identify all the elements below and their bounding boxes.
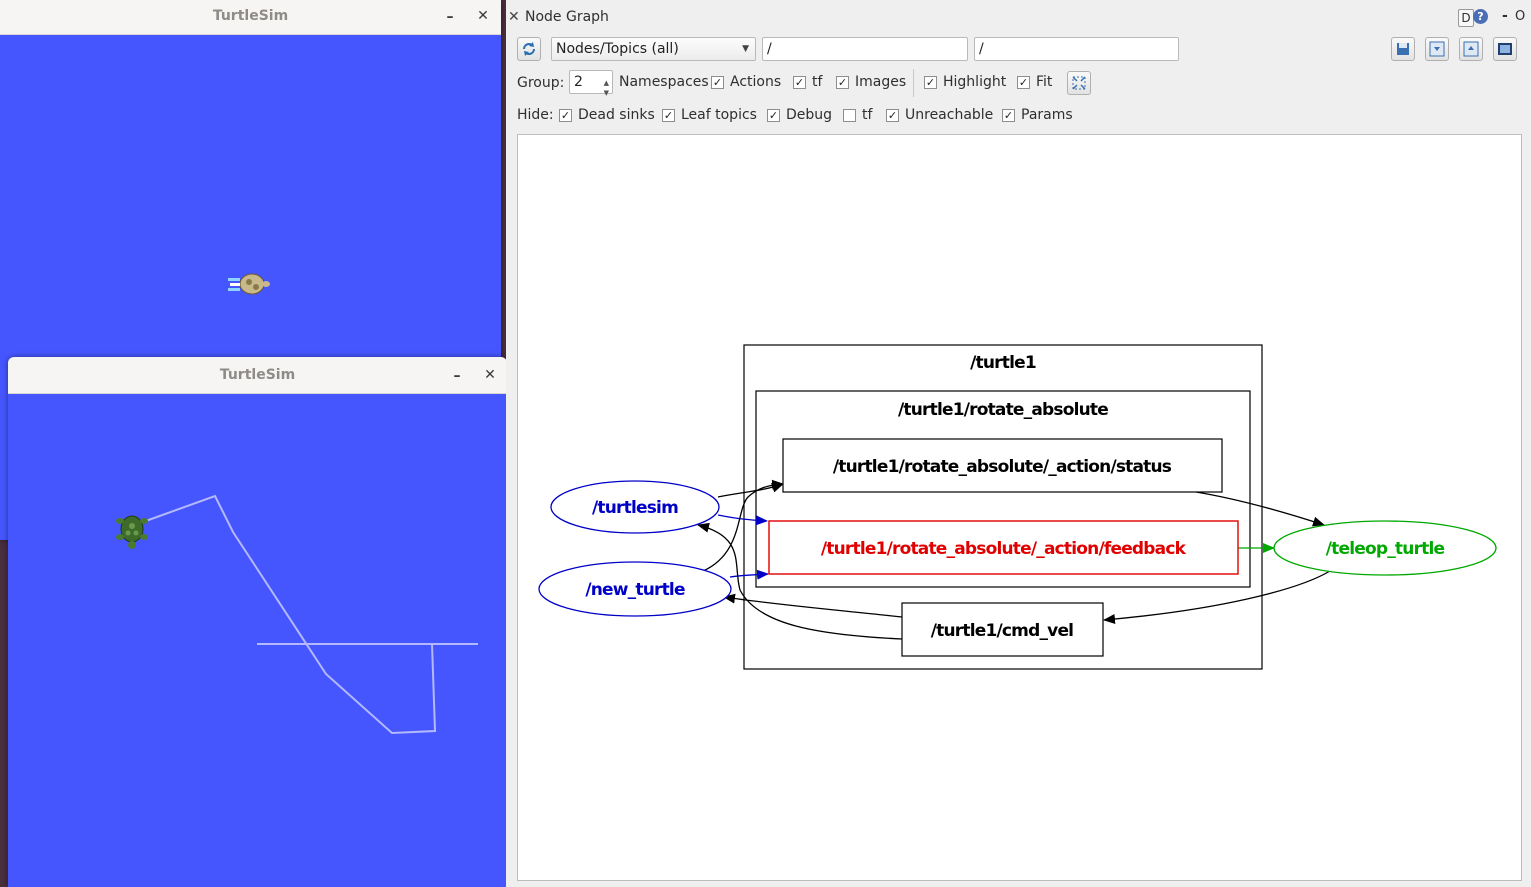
float-o[interactable]: O bbox=[1515, 9, 1525, 24]
unreachable-checkbox[interactable]: ✓ Unreachable bbox=[886, 107, 993, 123]
images-label: Images bbox=[855, 74, 907, 90]
topic-feedback-label: /turtle1/rotate_absolute/_action/feedbac… bbox=[821, 539, 1187, 559]
refresh-icon bbox=[523, 42, 535, 56]
dead-sinks-label: Dead sinks bbox=[578, 107, 655, 123]
node-new-turtle-label: /new_turtle bbox=[585, 580, 685, 600]
group-value: 2 bbox=[574, 74, 583, 90]
highlight-check[interactable]: ✓ bbox=[924, 75, 937, 89]
leaf-topics-checkbox[interactable]: ✓ Leaf topics bbox=[662, 107, 757, 123]
minimize-dash[interactable]: - bbox=[1502, 8, 1508, 24]
view-mode-select[interactable]: Nodes/Topics (all) ▼ bbox=[551, 37, 756, 61]
fit-view-button[interactable] bbox=[1067, 71, 1091, 95]
node-turtlesim-label: /turtlesim bbox=[592, 498, 678, 518]
debug-checkbox[interactable]: ✓ Debug bbox=[767, 107, 832, 123]
fit-label: Fit bbox=[1036, 74, 1053, 90]
node-graph-window[interactable]: ✕ Node Graph D ? - O Nodes/Topics (all) … bbox=[506, 0, 1531, 887]
params-label: Params bbox=[1021, 107, 1073, 123]
tf-check[interactable]: ✓ bbox=[793, 75, 806, 89]
debug-check[interactable]: ✓ bbox=[767, 108, 780, 122]
images-checkbox[interactable]: ✓ Images bbox=[836, 74, 906, 90]
refresh-button[interactable] bbox=[517, 37, 541, 61]
load-button[interactable] bbox=[1425, 37, 1449, 61]
fit-view-icon bbox=[1072, 76, 1086, 90]
save-button[interactable] bbox=[1391, 37, 1415, 61]
close-button[interactable]: ✕ bbox=[473, 6, 493, 26]
topic-cmdvel-label: /turtle1/cmd_vel bbox=[931, 621, 1073, 641]
help-icon[interactable]: ? bbox=[1473, 9, 1488, 24]
turtlesim-window-2[interactable]: TurtleSim – ✕ bbox=[8, 357, 507, 887]
turtlesim-1-titlebar[interactable]: TurtleSim – ✕ bbox=[0, 0, 501, 35]
save-icon bbox=[1397, 43, 1409, 55]
node-teleop-turtle-label: /teleop_turtle bbox=[1326, 539, 1445, 559]
export-button[interactable] bbox=[1459, 37, 1483, 61]
edge-status-to-teleop bbox=[1195, 491, 1325, 527]
graph-canvas[interactable]: /turtle1 /turtle1/rotate_absolute /turtl… bbox=[517, 134, 1522, 881]
group-spinbox[interactable]: 2 ▲ ▼ bbox=[569, 70, 613, 97]
hide-tf-checkbox[interactable]: tf bbox=[843, 107, 872, 123]
topic-status-label: /turtle1/rotate_absolute/_action/status bbox=[833, 457, 1172, 477]
dead-sinks-checkbox[interactable]: ✓ Dead sinks bbox=[559, 107, 655, 123]
spin-down-icon[interactable]: ▼ bbox=[604, 82, 609, 104]
unreachable-check[interactable]: ✓ bbox=[886, 108, 899, 122]
images-check[interactable]: ✓ bbox=[836, 75, 849, 89]
tools-icon: ✕ bbox=[508, 9, 520, 25]
hide-tf-check[interactable] bbox=[843, 108, 856, 122]
hide-tf-label: tf bbox=[862, 107, 873, 123]
leaf-topics-check[interactable]: ✓ bbox=[662, 108, 675, 122]
edge-new-turtle-to-feedback bbox=[729, 569, 769, 580]
turtle-path bbox=[142, 494, 478, 735]
actions-checkbox[interactable]: ✓ Actions bbox=[711, 74, 781, 90]
toolbar-separator bbox=[913, 69, 914, 97]
actions-check[interactable]: ✓ bbox=[711, 75, 724, 89]
leaf-topics-label: Leaf topics bbox=[681, 107, 757, 123]
topic-filter-input[interactable] bbox=[974, 37, 1179, 61]
turtlesim-2-title: TurtleSim bbox=[219, 367, 296, 383]
group-label: Group: bbox=[517, 75, 565, 91]
turtlesim-2-canvas bbox=[8, 394, 507, 887]
params-checkbox[interactable]: ✓ Params bbox=[1002, 107, 1073, 123]
view-mode-value: Nodes/Topics (all) bbox=[556, 41, 679, 57]
minimize-button[interactable]: – bbox=[440, 7, 460, 27]
minimize-button[interactable]: – bbox=[447, 366, 467, 386]
namespaces-label: Namespaces bbox=[619, 74, 709, 90]
dead-sinks-check[interactable]: ✓ bbox=[559, 108, 572, 122]
fit-check[interactable]: ✓ bbox=[1017, 75, 1030, 89]
unreachable-label: Unreachable bbox=[905, 107, 994, 123]
cluster-rotate-absolute-label: /turtle1/rotate_absolute bbox=[898, 400, 1108, 420]
fit-checkbox[interactable]: ✓ Fit bbox=[1017, 74, 1052, 90]
help-d-button[interactable]: D bbox=[1458, 9, 1474, 27]
screenshot-icon bbox=[1498, 43, 1512, 55]
turtlesim-1-title: TurtleSim bbox=[212, 8, 289, 24]
load-icon bbox=[1429, 41, 1445, 57]
turtle-sprite-2 bbox=[116, 515, 148, 549]
actions-label: Actions bbox=[730, 74, 782, 90]
tf-label: tf bbox=[812, 74, 823, 90]
node-graph-title: Node Graph bbox=[525, 9, 609, 25]
screenshot-button[interactable] bbox=[1493, 37, 1517, 61]
cluster-turtle1-label: /turtle1 bbox=[970, 353, 1036, 373]
chevron-down-icon: ▼ bbox=[742, 44, 749, 54]
highlight-checkbox[interactable]: ✓ Highlight bbox=[924, 74, 1006, 90]
namespaces-checkbox[interactable]: Namespaces bbox=[619, 74, 709, 90]
debug-label: Debug bbox=[786, 107, 833, 123]
export-icon bbox=[1463, 41, 1479, 57]
edge-turtlesim-to-feedback bbox=[717, 514, 768, 526]
close-button[interactable]: ✕ bbox=[480, 365, 500, 385]
highlight-label: Highlight bbox=[943, 74, 1007, 90]
turtlesim-2-titlebar[interactable]: TurtleSim – ✕ bbox=[8, 357, 507, 394]
node-filter-input[interactable] bbox=[762, 37, 968, 61]
tf-checkbox[interactable]: ✓ tf bbox=[793, 74, 822, 90]
edge-cmdvel-to-new-turtle bbox=[723, 593, 903, 618]
params-check[interactable]: ✓ bbox=[1002, 108, 1015, 122]
hide-label: Hide: bbox=[517, 107, 554, 123]
edge-teleop-to-cmdvel bbox=[1103, 570, 1331, 625]
